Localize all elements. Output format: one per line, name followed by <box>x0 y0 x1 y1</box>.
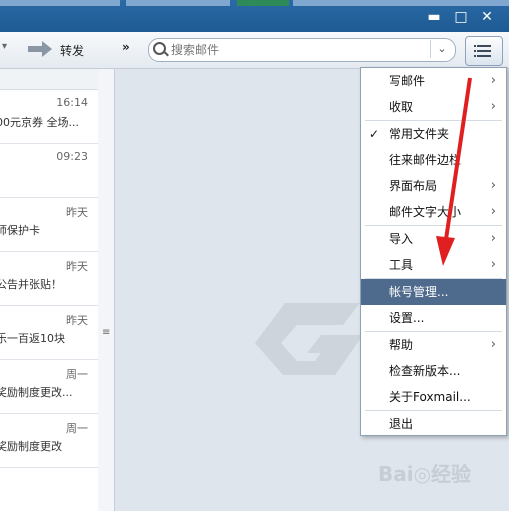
mail-time: 16:14 <box>56 96 88 109</box>
chevron-right-icon: › <box>490 99 496 114</box>
mail-list: 16:14 00元京券 全场... 09:23 昨天 师保护卡 昨天 公告并张贴！ 昨天 乐一百… <box>0 69 99 511</box>
menu-item-tools[interactable]: 工具 › <box>361 252 506 278</box>
title-bar: ▬ □ ✕ <box>0 0 509 32</box>
menu-icon <box>477 55 491 57</box>
mail-list-header <box>0 69 98 90</box>
chevron-right-icon: › <box>490 337 496 352</box>
menu-icon <box>477 50 491 52</box>
chevron-right-icon: › <box>490 178 496 193</box>
menu-item-exit[interactable]: 退出 <box>361 411 506 437</box>
menu-item-about[interactable]: 关于Foxmail... <box>361 384 506 410</box>
forward-button[interactable]: 转发 <box>60 42 84 59</box>
forward-arrow-icon[interactable] <box>26 40 54 58</box>
mail-list-item[interactable]: 09:23 <box>0 144 98 198</box>
mail-time: 昨天 <box>66 206 88 219</box>
search-input[interactable] <box>169 41 423 59</box>
menu-item-compose[interactable]: 写邮件 › <box>361 68 506 94</box>
menu-item-help[interactable]: 帮助 › <box>361 332 506 358</box>
mail-time: 昨天 <box>66 260 88 273</box>
mail-preview: 乐一百返10块 <box>0 332 65 345</box>
mail-preview: 奖励制度更改 <box>0 440 62 453</box>
menu-item-contact-sidebar[interactable]: 往来邮件边栏 <box>361 147 506 173</box>
title-strip <box>126 0 230 6</box>
main-menu-button[interactable] <box>465 36 503 66</box>
menu-item-receive[interactable]: 收取 › <box>361 94 506 120</box>
menu-item-account-management[interactable]: 帐号管理... <box>361 279 506 305</box>
search-box[interactable]: ⌄ <box>148 38 456 62</box>
mail-list-item[interactable]: 昨天师保护卡 <box>0 198 98 252</box>
menu-icon <box>477 45 491 47</box>
menu-item-common-folders[interactable]: ✓ 常用文件夹 <box>361 121 506 147</box>
dropdown-arrow-icon[interactable]: ▾ <box>2 41 7 52</box>
menu-item-check-update[interactable]: 检查新版本... <box>361 358 506 384</box>
menu-item-layout[interactable]: 界面布局 › <box>361 173 506 199</box>
mail-preview: 00元京券 全场... <box>0 116 79 129</box>
search-icon <box>153 42 166 55</box>
check-icon: ✓ <box>369 127 380 141</box>
foxmail-logo-icon <box>255 303 363 375</box>
menu-item-settings[interactable]: 设置... <box>361 305 506 331</box>
mail-time: 周一 <box>66 422 88 435</box>
menu-icon <box>474 45 476 47</box>
menu-icon <box>474 55 476 57</box>
chevron-right-icon: › <box>490 231 496 246</box>
grip-icon: ≡ <box>102 327 111 338</box>
more-tools-button[interactable]: » <box>122 40 130 54</box>
pane-splitter[interactable]: ≡ <box>98 69 115 511</box>
title-strip <box>0 0 120 6</box>
mail-time: 09:23 <box>56 150 88 163</box>
maximize-button[interactable]: □ <box>452 8 470 26</box>
mail-preview: 师保护卡 <box>0 224 40 237</box>
mail-list-item[interactable]: 周一奖励制度更改... <box>0 360 98 414</box>
minimize-button[interactable]: ▬ <box>425 8 443 26</box>
mail-list-item[interactable]: 昨天 公告并张贴！ <box>0 252 98 306</box>
mail-list-item[interactable]: 16:14 00元京券 全场... <box>0 90 98 144</box>
mail-list-item[interactable]: 周一 奖励制度更改 <box>0 414 98 468</box>
chevron-right-icon: › <box>490 204 496 219</box>
menu-item-import[interactable]: 导入 › <box>361 226 506 252</box>
mail-preview: 公告并张贴！ <box>0 278 62 291</box>
chevron-right-icon: › <box>490 73 496 88</box>
mail-time: 昨天 <box>66 314 88 327</box>
mail-list-item[interactable]: 昨天 乐一百返10块 <box>0 306 98 360</box>
menu-item-font-size[interactable]: 邮件文字大小 › <box>361 199 506 225</box>
menu-icon <box>474 50 476 52</box>
watermark: Bai◎经验 <box>378 462 472 486</box>
mail-time: 周一 <box>66 368 88 381</box>
search-dropdown-icon[interactable]: ⌄ <box>430 40 453 58</box>
mail-preview: 奖励制度更改... <box>0 386 73 399</box>
title-strip <box>293 0 509 6</box>
title-strip <box>237 0 289 6</box>
chevron-right-icon: › <box>490 257 496 272</box>
main-context-menu: 写邮件 › 收取 › ✓ 常用文件夹 往来邮件边栏 界面布局 › 邮件文字大小 › 导入 ›… <box>360 67 507 436</box>
close-button[interactable]: ✕ <box>478 8 496 26</box>
